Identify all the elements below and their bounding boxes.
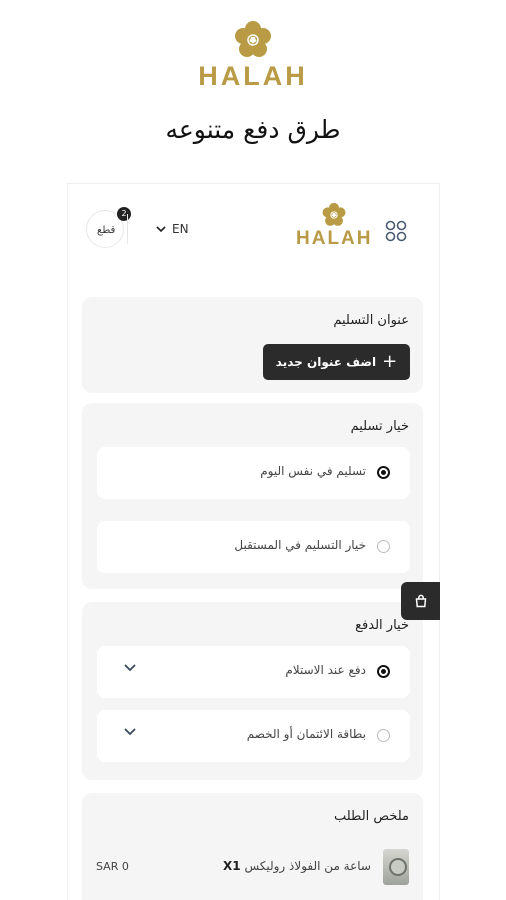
- radio-button[interactable]: [377, 466, 390, 479]
- order-item-row: ساعة من الفولاذ روليكس X1 SAR 0: [96, 847, 409, 889]
- order-item-price: SAR 0: [96, 860, 129, 873]
- shopping-bag-icon: [415, 594, 426, 608]
- delivery-options-card: خيار تسليم تسليم في نفس اليوم خيار التسل…: [82, 403, 423, 589]
- cart-label: قطع: [97, 225, 116, 236]
- app-header: قطع 2 EN HALAH: [68, 184, 441, 276]
- order-item-quantity: X1: [223, 859, 241, 873]
- option-label: تسليم في نفس اليوم: [260, 464, 366, 478]
- cart-count-badge: 2: [117, 207, 131, 221]
- delivery-address-card: عنوان التسليم + اضف عنوان جديد: [82, 297, 423, 393]
- cart-button[interactable]: قطع 2: [86, 207, 131, 248]
- order-item-name: ساعة من الفولاذ روليكس X1: [223, 859, 371, 873]
- menu-grid-icon[interactable]: [385, 220, 407, 242]
- radio-button[interactable]: [377, 665, 390, 678]
- plus-icon: +: [382, 351, 398, 372]
- delivery-options-title: خيار تسليم: [350, 419, 409, 434]
- brand-name: HALAH: [198, 61, 308, 91]
- delivery-option-future[interactable]: خيار التسليم في المستقبل: [97, 521, 410, 573]
- add-address-button[interactable]: + اضف عنوان جديد: [263, 344, 410, 380]
- option-label: بطاقة الائتمان أو الخصم: [246, 727, 366, 741]
- product-thumbnail: [383, 849, 409, 885]
- payment-options-title: خيار الدفع: [355, 618, 409, 633]
- page-title: طرق دفع متنوعه: [165, 115, 341, 144]
- flower-logo-icon: [322, 202, 346, 226]
- chevron-down-icon[interactable]: [124, 664, 136, 672]
- flower-logo-icon: [235, 21, 271, 57]
- app-frame: قطع 2 EN HALAH عنوان التسليم + اضف عنوان…: [67, 183, 440, 900]
- chevron-down-icon: [156, 225, 166, 232]
- radio-button[interactable]: [377, 540, 390, 553]
- option-label: خيار التسليم في المستقبل: [234, 538, 366, 552]
- delivery-option-same-day[interactable]: تسليم في نفس اليوم: [97, 447, 410, 499]
- add-address-label: اضف عنوان جديد: [275, 355, 377, 369]
- top-logo: HALAH: [0, 20, 506, 90]
- payment-options-card: خيار الدفع دفع عند الاستلام بطاقة الائتم…: [82, 602, 423, 780]
- header-divider: [127, 214, 128, 244]
- payment-option-card[interactable]: بطاقة الائتمان أو الخصم: [97, 710, 410, 762]
- floating-cart-button[interactable]: [401, 582, 440, 620]
- order-summary-title: ملخص الطلب: [333, 809, 409, 824]
- order-summary-card: ملخص الطلب ساعة من الفولاذ روليكس X1 SAR…: [82, 793, 423, 900]
- delivery-address-title: عنوان التسليم: [333, 313, 409, 328]
- header-brand-name: HALAH: [296, 228, 373, 249]
- order-item-title: ساعة من الفولاذ روليكس: [244, 859, 371, 873]
- header-logo[interactable]: HALAH: [296, 202, 372, 249]
- option-label: دفع عند الاستلام: [285, 663, 366, 677]
- language-label: EN: [172, 222, 189, 236]
- radio-button[interactable]: [377, 729, 390, 742]
- payment-option-cod[interactable]: دفع عند الاستلام: [97, 646, 410, 698]
- language-selector[interactable]: EN: [156, 222, 189, 236]
- chevron-down-icon[interactable]: [124, 728, 136, 736]
